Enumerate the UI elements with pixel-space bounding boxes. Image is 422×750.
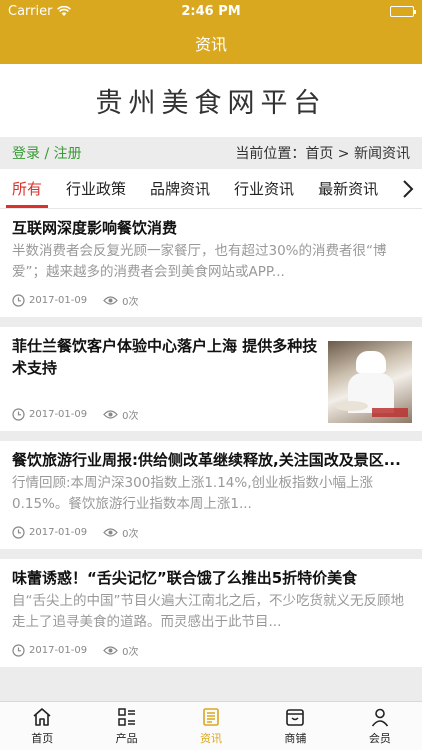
news-summary: 半数消费者会反复光顾一家餐厅，也有超过30%的消费者很“博爱”；越来越多的消费者… [12,243,387,280]
tabbar-products[interactable]: 产品 [84,702,168,750]
carrier: Carrier [8,3,72,19]
tab-industry-policy[interactable]: 行业政策 [54,169,138,208]
location-bar: 登录 / 注册 当前位置：首页 > 新闻资讯 [0,137,422,169]
tab-industry-news[interactable]: 行业资讯 [222,169,306,208]
news-summary: 行情回顾:本周沪深300指数上涨1.14%,创业板指数小幅上涨0.15%。餐饮旅… [12,475,373,512]
person-icon [371,708,388,727]
tabbar-products-label: 产品 [115,732,138,745]
news-views: 0次 [122,296,139,308]
tabbar-news[interactable]: 资讯 [169,702,253,750]
news-date: 2017-01-09 [29,526,88,538]
news-feed: 互联网深度影响餐饮消费 半数消费者会反复光顾一家餐厅，也有超过30%的消费者很“… [0,209,422,667]
nav-bar: 资讯 [0,22,422,64]
tabs-scroll-right[interactable] [394,169,422,208]
tabbar-member-label: 会员 [368,732,391,745]
category-tabs: 所有 行业政策 品牌资讯 行业资讯 最新资讯 [0,169,422,209]
carrier-label: Carrier [8,3,53,19]
clock-icon [12,525,25,539]
tabbar-shop-label: 商铺 [284,732,307,745]
news-meta: 2017-01-09 0次 [12,515,410,549]
tab-latest-news[interactable]: 最新资讯 [306,169,390,208]
tabbar-home-label: 首页 [31,732,54,745]
login-register-link[interactable]: 登录 / 注册 [12,143,82,163]
news-title[interactable]: 餐饮旅游行业周报:供给侧改革继续释放,关注国改及景区... [12,449,410,471]
tabbar-news-label: 资讯 [200,732,223,745]
eye-icon [103,645,118,655]
news-date: 2017-01-09 [29,644,88,656]
battery-icon [390,5,416,17]
news-title[interactable]: 互联网深度影响餐饮消费 [12,217,410,239]
breadcrumb: 当前位置：首页 > 新闻资讯 [235,146,410,162]
news-thumbnail[interactable] [328,341,412,423]
news-card[interactable]: 互联网深度影响餐饮消费 半数消费者会反复光顾一家餐厅，也有超过30%的消费者很“… [0,209,422,317]
grid-list-icon [117,708,135,726]
news-title[interactable]: 菲仕兰餐饮客户体验中心落户上海 提供多种技术支持 [12,335,320,379]
tab-brand-news[interactable]: 品牌资讯 [138,169,222,208]
clock-icon [12,407,25,421]
news-summary: 自“舌尖上的中国”节目火遍大江南北之后，不少吃货就义无反顾地走上了追寻美食的道路… [12,593,404,630]
news-icon [203,708,219,726]
chevron-right-icon [403,179,414,198]
news-meta: 2017-01-09 0次 [12,633,410,667]
wifi-icon [57,5,72,16]
tabbar-shop[interactable]: 商铺 [253,702,337,750]
news-date: 2017-01-09 [29,294,88,306]
eye-icon [103,295,118,305]
shop-icon [286,709,305,726]
news-card[interactable]: 菲仕兰餐饮客户体验中心落户上海 提供多种技术支持 2017-01-09 0次 [0,327,422,431]
bottom-tab-bar: 首页 产品 资讯 商铺 会员 [0,701,422,750]
clock-icon [12,643,25,657]
site-logo-text: 贵州美食网平台 [95,88,327,119]
news-views: 0次 [122,410,139,422]
news-meta: 2017-01-09 0次 [12,283,410,317]
news-views: 0次 [122,646,139,658]
nav-title: 资讯 [194,35,227,54]
news-title[interactable]: 味蕾诱惑！“舌尖记忆”联合饿了么推出5折特价美食 [12,567,410,589]
home-icon [33,708,51,726]
tab-all[interactable]: 所有 [0,169,54,208]
clock-icon [12,293,25,307]
eye-icon [103,527,118,537]
news-card[interactable]: 餐饮旅游行业周报:供给侧改革继续释放,关注国改及景区... 行情回顾:本周沪深3… [0,441,422,549]
news-views: 0次 [122,528,139,540]
news-date: 2017-01-09 [29,408,88,420]
tabbar-member[interactable]: 会员 [338,702,422,750]
tabbar-home[interactable]: 首页 [0,702,84,750]
site-banner: 贵州美食网平台 [0,64,422,137]
news-card[interactable]: 味蕾诱惑！“舌尖记忆”联合饿了么推出5折特价美食 自“舌尖上的中国”节目火遍大江… [0,559,422,667]
status-bar: Carrier 2:46 PM [0,0,422,22]
news-meta: 2017-01-09 0次 [12,397,320,431]
eye-icon [103,409,118,419]
